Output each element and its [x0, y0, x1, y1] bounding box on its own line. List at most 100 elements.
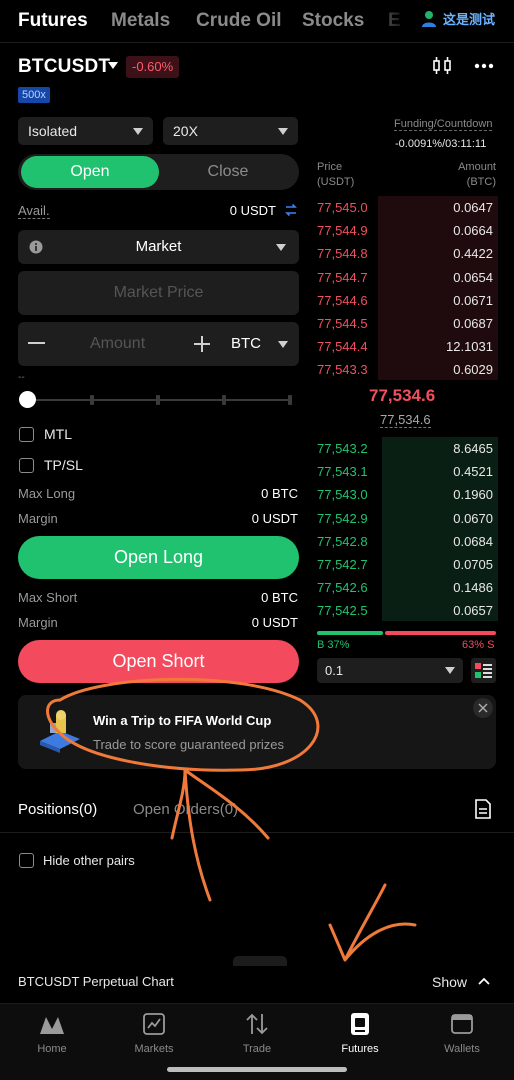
bid-row[interactable]: 77,543.2 8.6465 [317, 437, 493, 460]
bid-amount: 8.6465 [453, 441, 493, 456]
margin-long-value: 0 USDT [251, 511, 298, 526]
open-short-button[interactable]: Open Short [18, 640, 299, 683]
ask-row[interactable]: 77,544.7 0.0654 [317, 266, 493, 289]
candlestick-icon[interactable] [432, 57, 452, 75]
tab-futures[interactable]: Futures [18, 10, 88, 32]
pair-symbol[interactable]: BTCUSDT [18, 56, 110, 78]
amount-slider-track[interactable] [28, 399, 292, 401]
bid-price: 77,543.0 [317, 487, 368, 503]
funding-value: -0.0091%/03:11:11 [395, 138, 487, 150]
transfer-icon[interactable] [284, 203, 298, 217]
ask-price: 77,544.6 [317, 292, 368, 308]
order-type-value: Market [135, 238, 182, 255]
ask-amount: 0.4422 [453, 246, 493, 262]
bid-row[interactable]: 77,543.0 0.1960 [317, 483, 493, 506]
more-icon[interactable] [474, 63, 494, 69]
book-layout-icon[interactable] [471, 658, 496, 683]
home-indicator [167, 1067, 347, 1072]
home-icon [40, 1017, 64, 1034]
tabs-fade [368, 0, 408, 42]
bid-row[interactable]: 77,542.9 0.0670 [317, 507, 493, 530]
leverage-select[interactable]: 20X [163, 117, 298, 145]
close-tab[interactable]: Close [159, 156, 297, 188]
chevron-down-icon [278, 128, 288, 135]
nav-markets-label: Markets [134, 1043, 174, 1055]
annotation-arrow [170, 768, 270, 902]
chart-show-button[interactable]: Show [432, 974, 467, 990]
nav-home[interactable]: Home [2, 1004, 102, 1064]
price-field[interactable]: Market Price [18, 271, 299, 315]
plus-icon[interactable] [193, 335, 211, 353]
mark-price[interactable]: 77,534.6 [380, 412, 431, 428]
annotation-arrow-lower [328, 883, 417, 962]
wallet-icon [451, 1014, 473, 1034]
ask-amount: 0.0671 [453, 292, 493, 308]
open-close-toggle: Open Close [18, 154, 299, 190]
ask-row[interactable]: 77,545.0 0.0647 [317, 196, 493, 219]
ask-row[interactable]: 77,544.5 0.0687 [317, 312, 493, 335]
chart-bar-label: BTCUSDT Perpetual Chart [18, 974, 174, 989]
ask-row[interactable]: 77,544.6 0.0671 [317, 289, 493, 312]
market-tabs: Futures Metals Crude Oil Stocks E 这是测试 [0, 0, 514, 42]
ask-row[interactable]: 77,544.8 0.4422 [317, 242, 493, 265]
sell-ratio-bar [385, 631, 496, 635]
nav-wallets[interactable]: Wallets [412, 1004, 512, 1064]
bid-row[interactable]: 77,543.1 0.4521 [317, 460, 493, 483]
user-chip[interactable]: 这是测试 [420, 9, 495, 28]
open-tab[interactable]: Open [21, 156, 159, 188]
ask-price: 77,544.5 [317, 316, 368, 331]
tab-open-orders[interactable]: Open Orders(0) [133, 801, 238, 818]
amount-unit[interactable]: BTC [231, 335, 261, 352]
open-long-button[interactable]: Open Long [18, 536, 299, 579]
drag-handle[interactable] [233, 956, 287, 966]
avail-label[interactable]: Avail. [18, 203, 50, 219]
nav-futures[interactable]: Futures [310, 1004, 410, 1064]
tab-stocks[interactable]: Stocks [302, 10, 364, 32]
leverage-badge: 500x [18, 87, 50, 103]
bid-row[interactable]: 77,542.7 0.0705 [317, 553, 493, 576]
positions-divider [0, 832, 514, 833]
amount-field[interactable]: Amount BTC [18, 322, 299, 366]
max-long-value: 0 BTC [261, 486, 298, 501]
nav-markets[interactable]: Markets [104, 1004, 204, 1064]
tpsl-checkbox[interactable] [19, 458, 34, 473]
pair-dropdown-icon[interactable] [108, 62, 118, 69]
price-placeholder: Market Price [113, 284, 204, 301]
chevron-up-icon[interactable] [478, 977, 490, 985]
depth-select[interactable]: 0.1 [317, 658, 463, 683]
ask-price: 77,544.7 [317, 269, 368, 285]
funding-label[interactable]: Funding/Countdown [394, 118, 493, 131]
mtl-checkbox[interactable] [19, 427, 34, 442]
bid-row[interactable]: 77,542.5 0.0657 [317, 599, 493, 622]
chevron-down-icon [133, 128, 143, 135]
bid-row[interactable]: 77,542.8 0.0684 [317, 530, 493, 553]
amount-slider-thumb[interactable] [19, 391, 36, 408]
slider-value-dash: -- [18, 372, 25, 383]
ask-row[interactable]: 77,544.9 0.0664 [317, 219, 493, 242]
tab-positions[interactable]: Positions(0) [18, 801, 97, 818]
close-icon[interactable] [472, 697, 494, 719]
ask-amount: 0.0664 [453, 223, 493, 239]
bid-amount: 0.1486 [453, 580, 493, 596]
document-icon[interactable] [474, 799, 492, 819]
order-type-select[interactable]: Market [18, 230, 299, 264]
ask-amount: 12.1031 [446, 339, 493, 355]
margin-mode-value: Isolated [28, 123, 78, 139]
minus-icon[interactable] [28, 342, 45, 344]
bid-amount: 0.0657 [453, 603, 493, 619]
nav-trade[interactable]: Trade [207, 1004, 307, 1064]
ask-row[interactable]: 77,544.4 12.1031 [317, 335, 493, 358]
ask-row[interactable]: 77,543.3 0.6029 [317, 358, 493, 381]
tab-crude-oil[interactable]: Crude Oil [196, 10, 282, 32]
user-icon [422, 10, 436, 27]
bid-amount: 0.0705 [453, 557, 493, 572]
bid-amount: 0.0684 [453, 533, 493, 549]
price-header: Price (USDT) [317, 160, 354, 190]
bid-row[interactable]: 77,542.6 0.1486 [317, 576, 493, 599]
bid-amount: 0.4521 [453, 464, 493, 480]
promo-banner[interactable]: Win a Trip to FIFA World Cup Trade to sc… [18, 695, 496, 769]
margin-mode-select[interactable]: Isolated [18, 117, 153, 145]
ask-amount: 0.0687 [453, 316, 493, 331]
hide-pairs-checkbox[interactable] [19, 853, 34, 868]
tab-metals[interactable]: Metals [111, 10, 170, 32]
